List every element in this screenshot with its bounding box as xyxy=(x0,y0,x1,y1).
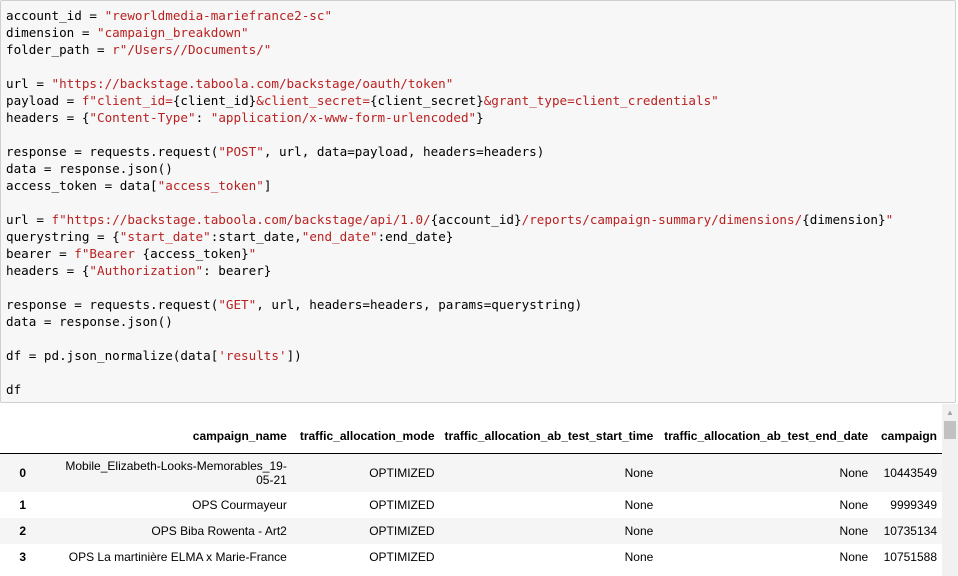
code-line: account_id = "reworldmedia-mariefrance2-… xyxy=(6,8,333,23)
code-line: querystring = {"start_date":start_date,"… xyxy=(6,229,454,244)
cell-campaign: 10751588 xyxy=(883,549,937,564)
cell-campaign: 10443549 xyxy=(883,465,937,480)
code-line: df xyxy=(6,382,22,397)
cell-traffic-allocation-mode: OPTIMIZED xyxy=(369,465,435,480)
cell-ab-test-start-time: None xyxy=(624,497,654,512)
code-line: folder_path = r"/Users//Documents/" xyxy=(6,42,272,57)
cell-ab-test-start-time: None xyxy=(624,465,654,480)
cell-traffic-allocation-mode: OPTIMIZED xyxy=(369,497,435,512)
output-area[interactable]: campaign_name traffic_allocation_mode tr… xyxy=(0,404,942,576)
scrollbar-thumb[interactable] xyxy=(944,421,956,439)
code-line: df = pd.json_normalize(data['results']) xyxy=(6,348,302,363)
cell-campaign-name: Mobile_Elizabeth-Looks-Memorables_19-05-… xyxy=(65,458,287,487)
row-index: 0 xyxy=(19,465,27,480)
cell-traffic-allocation-mode: OPTIMIZED xyxy=(369,549,435,564)
code-line: bearer = f"Bearer {access_token}" xyxy=(6,246,257,261)
cell-traffic-allocation-mode: OPTIMIZED xyxy=(369,523,435,538)
code-line: access_token = data["access_token"] xyxy=(6,178,272,193)
cell-campaign: 10735134 xyxy=(883,523,937,538)
code-line: response = requests.request("GET", url, … xyxy=(6,297,583,312)
cell-ab-test-end-date: None xyxy=(839,497,869,512)
vertical-scrollbar[interactable]: ▲ xyxy=(942,404,958,576)
column-header-traffic-allocation-mode: traffic_allocation_mode xyxy=(291,418,440,454)
cell-campaign-name: OPS Biba Rowenta - Art2 xyxy=(151,523,287,538)
cell-ab-test-end-date: None xyxy=(839,523,869,538)
cell-ab-test-end-date: None xyxy=(839,549,869,564)
chevron-up-icon[interactable]: ▲ xyxy=(942,404,958,420)
code-line: response = requests.request("POST", url,… xyxy=(6,144,545,159)
cell-campaign-name: OPS La martinière ELMA x Marie-France xyxy=(68,549,287,564)
table-row: 0 Mobile_Elizabeth-Looks-Memorables_19-0… xyxy=(0,453,942,492)
column-header-ab-test-start-time: traffic_allocation_ab_test_start_time xyxy=(439,418,659,454)
code-line: payload = f"client_id={client_id}&client… xyxy=(6,93,719,108)
table-row: 1 OPS Courmayeur OPTIMIZED None None 999… xyxy=(0,492,942,518)
table-row: 3 OPS La martinière ELMA x Marie-France … xyxy=(0,544,942,570)
cell-campaign-name: OPS Courmayeur xyxy=(192,497,287,512)
code-cell[interactable]: account_id = "reworldmedia-mariefrance2-… xyxy=(0,0,956,403)
cell-ab-test-start-time: None xyxy=(624,523,654,538)
code-line: url = "https://backstage.taboola.com/bac… xyxy=(6,76,454,91)
code-line: dimension = "campaign_breakdown" xyxy=(6,25,249,40)
cell-ab-test-end-date: None xyxy=(839,465,869,480)
code-editor[interactable]: account_id = "reworldmedia-mariefrance2-… xyxy=(6,7,893,398)
cell-campaign: 9999349 xyxy=(890,497,937,512)
column-header-ab-test-end-date: traffic_allocation_ab_test_end_date xyxy=(658,418,874,454)
code-line: url = f"https://backstage.taboola.com/ba… xyxy=(6,212,894,227)
row-index: 1 xyxy=(19,497,27,512)
row-index: 3 xyxy=(19,549,27,564)
index-header xyxy=(0,418,46,454)
cell-ab-test-start-time: None xyxy=(624,549,654,564)
row-index: 2 xyxy=(19,523,27,538)
table-row: 2 OPS Biba Rowenta - Art2 OPTIMIZED None… xyxy=(0,517,942,544)
table-header-row: campaign_name traffic_allocation_mode tr… xyxy=(0,418,942,454)
code-line: headers = {"Content-Type": "application/… xyxy=(6,110,484,125)
column-header-campaign: campaign xyxy=(873,418,942,454)
code-line: data = response.json() xyxy=(6,161,173,176)
code-line: headers = {"Authorization": bearer} xyxy=(6,263,272,278)
code-line: data = response.json() xyxy=(6,314,173,329)
column-header-campaign-name: campaign_name xyxy=(45,418,292,454)
dataframe-table: campaign_name traffic_allocation_mode tr… xyxy=(0,418,942,570)
